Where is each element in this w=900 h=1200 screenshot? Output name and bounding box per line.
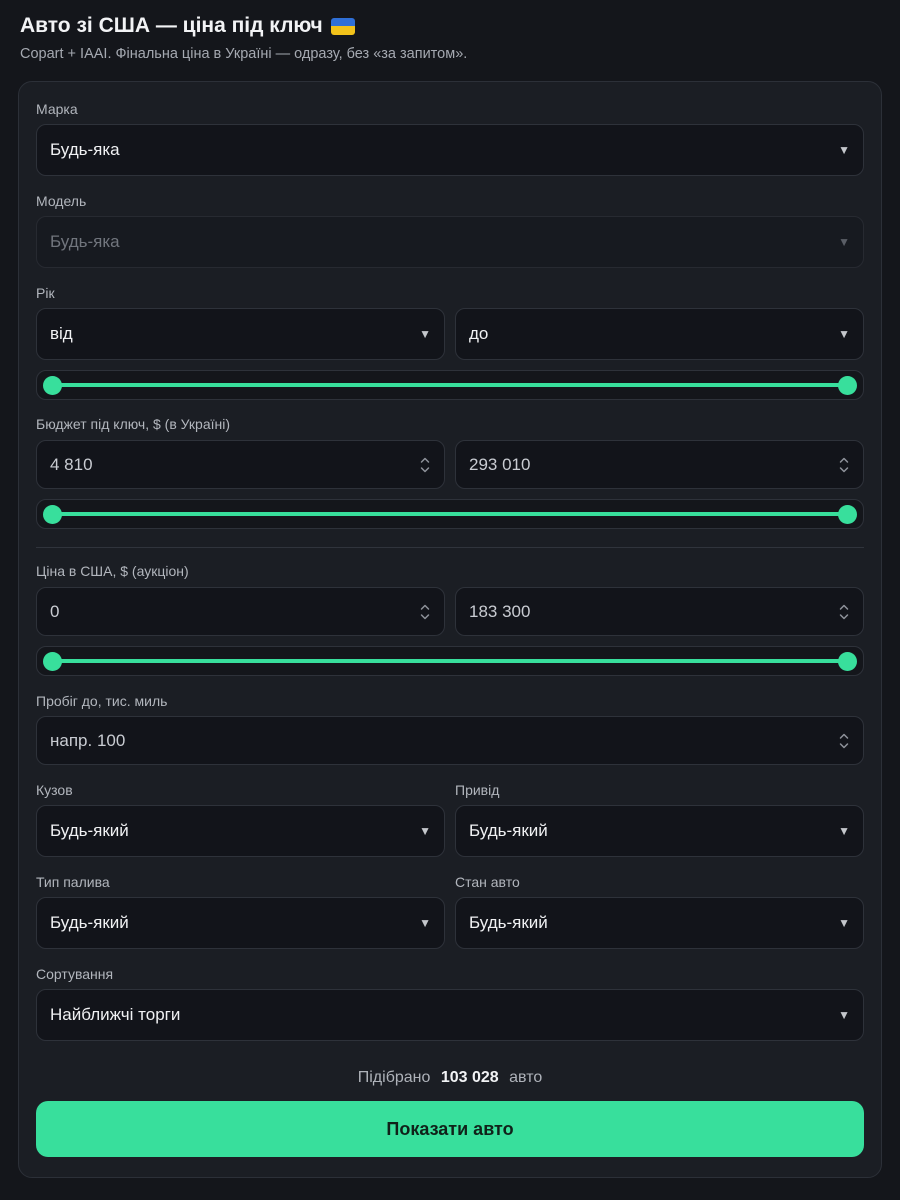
drive-label: Привід	[455, 782, 500, 798]
year-to-value: до	[469, 324, 489, 343]
results-number: 103 028	[440, 1069, 499, 1086]
mileage-label: Пробіг до, тис. миль	[36, 693, 168, 709]
ukraine-flag-icon	[330, 17, 355, 35]
stepper-icon[interactable]	[839, 456, 849, 474]
stepper-icon[interactable]	[839, 603, 849, 621]
drive-select-value: Будь-який	[469, 821, 548, 840]
budget-max-value: 293 010	[469, 454, 531, 474]
results-suffix: авто	[509, 1069, 543, 1086]
budget-label: Бюджет під ключ, $ (в Україні)	[36, 416, 231, 432]
us-price-min-value: 0	[50, 601, 60, 621]
condition-label: Стан авто	[455, 874, 520, 890]
body-select-value: Будь-який	[50, 821, 129, 840]
chevron-down-icon: ▼	[838, 1008, 850, 1022]
sort-select-value: Найближчі торги	[50, 1005, 181, 1024]
year-label: Рік	[36, 285, 55, 301]
sort-select[interactable]: Найближчі торги ▼	[36, 989, 864, 1041]
condition-select[interactable]: Будь-який ▼	[455, 897, 864, 949]
us-price-range-slider[interactable]	[36, 646, 864, 676]
budget-max-input[interactable]: 293 010	[455, 440, 864, 489]
results-count: Підібрано 103 028 авто	[19, 1069, 881, 1087]
chevron-down-icon: ▼	[419, 916, 431, 930]
page-title: Авто зі США — ціна під ключ	[20, 12, 467, 40]
chevron-down-icon: ▼	[838, 916, 850, 930]
section-divider	[36, 547, 864, 548]
chevron-down-icon: ▼	[838, 143, 850, 157]
slider-track	[53, 383, 847, 387]
slider-handle-min[interactable]	[43, 651, 62, 671]
budget-range-slider[interactable]	[36, 499, 864, 529]
slider-track	[53, 512, 847, 516]
condition-select-value: Будь-який	[469, 913, 548, 932]
drive-select[interactable]: Будь-який ▼	[455, 805, 864, 857]
model-select[interactable]: Будь-яка ▼	[36, 216, 864, 268]
chevron-down-icon: ▼	[419, 327, 431, 341]
year-from-value: від	[50, 324, 73, 343]
us-price-min-input[interactable]: 0	[36, 587, 445, 636]
body-select[interactable]: Будь-який ▼	[36, 805, 445, 857]
slider-handle-max[interactable]	[838, 504, 857, 524]
slider-handle-min[interactable]	[43, 375, 62, 395]
slider-handle-max[interactable]	[838, 375, 857, 395]
results-prefix: Підібрано	[357, 1069, 431, 1086]
fuel-select-value: Будь-який	[50, 913, 129, 932]
page-header: Авто зі США — ціна під ключ Copart + IAA…	[20, 12, 467, 62]
chevron-down-icon: ▼	[838, 327, 850, 341]
year-range-slider[interactable]	[36, 370, 864, 400]
chevron-down-icon: ▼	[838, 235, 850, 249]
chevron-down-icon: ▼	[838, 824, 850, 838]
make-select[interactable]: Будь-яка ▼	[36, 124, 864, 176]
year-from-select[interactable]: від ▼	[36, 308, 445, 360]
model-select-value: Будь-яка	[50, 232, 120, 251]
slider-handle-max[interactable]	[838, 651, 857, 671]
us-price-max-value: 183 300	[469, 601, 531, 621]
sort-label: Сортування	[36, 966, 114, 982]
stepper-icon[interactable]	[420, 603, 430, 621]
mileage-input[interactable]: напр. 100	[36, 716, 864, 765]
page-title-text: Авто зі США — ціна під ключ	[20, 14, 323, 37]
slider-track	[53, 659, 847, 663]
page-subtitle: Copart + IAAI. Фінальна ціна в Україні —…	[20, 46, 468, 62]
stepper-icon[interactable]	[420, 456, 430, 474]
body-label: Кузов	[36, 782, 73, 798]
fuel-label: Тип палива	[36, 874, 110, 890]
make-label: Марка	[36, 101, 78, 117]
chevron-down-icon: ▼	[419, 824, 431, 838]
us-price-max-input[interactable]: 183 300	[455, 587, 864, 636]
model-label: Модель	[36, 193, 87, 209]
us-price-label: Ціна в США, $ (аукціон)	[36, 563, 189, 579]
show-cars-button[interactable]: Показати авто	[36, 1101, 864, 1157]
stepper-icon[interactable]	[839, 732, 849, 750]
fuel-select[interactable]: Будь-який ▼	[36, 897, 445, 949]
mileage-placeholder: напр. 100	[50, 730, 126, 750]
slider-handle-min[interactable]	[43, 504, 62, 524]
search-filter-card: Марка Будь-яка ▼ Модель Будь-яка ▼ Рік в…	[18, 81, 882, 1178]
make-select-value: Будь-яка	[50, 140, 120, 159]
budget-min-value: 4 810	[50, 454, 93, 474]
year-to-select[interactable]: до ▼	[455, 308, 864, 360]
budget-min-input[interactable]: 4 810	[36, 440, 445, 489]
